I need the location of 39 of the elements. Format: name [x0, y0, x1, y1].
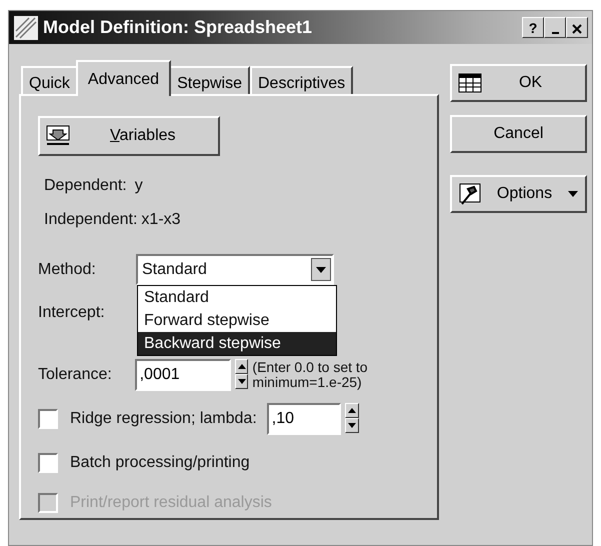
dropdown-option[interactable]: Forward stepwise: [138, 309, 336, 332]
hammer-icon: [458, 183, 482, 205]
dropdown-option[interactable]: Standard: [138, 286, 336, 309]
lambda-spinner[interactable]: [344, 403, 359, 435]
app-icon: [13, 14, 39, 40]
tolerance-spinner[interactable]: [234, 359, 248, 391]
dependent-label: Dependent:: [44, 176, 127, 196]
cancel-button[interactable]: Cancel: [450, 115, 587, 153]
checkbox-label: Batch processing/printing: [70, 453, 250, 473]
tab[interactable]: Advanced: [76, 60, 172, 96]
variables-button[interactable]: Variables: [38, 116, 220, 156]
tolerance-label: Tolerance:: [38, 365, 113, 385]
dependent-value: y: [134, 176, 143, 196]
lambda-field[interactable]: ,10: [266, 403, 341, 435]
ok-button[interactable]: OK: [450, 64, 587, 102]
method-label: Method:: [38, 260, 97, 280]
minimize-icon: [552, 32, 558, 34]
caret-icon: [567, 190, 579, 198]
method-dropdown[interactable]: Standard: [136, 254, 334, 285]
tab[interactable]: Descriptives: [250, 66, 354, 96]
help-button[interactable]: ?: [522, 17, 544, 38]
tolerance-note: (Enter 0.0 to set to minimum=1.e-25): [252, 360, 369, 390]
window-title: Model Definition: Spreadsheet1: [43, 16, 312, 39]
minimize-button[interactable]: [544, 17, 566, 38]
independent-label: Independent:: [44, 210, 138, 230]
table-icon: [458, 73, 482, 93]
checkbox[interactable]: [38, 453, 58, 473]
checkbox[interactable]: [38, 409, 58, 429]
download-arrow-icon: [46, 125, 72, 147]
independent-value: x1-x3: [141, 210, 181, 230]
tolerance-field[interactable]: ,0001: [134, 359, 231, 391]
tab[interactable]: Stepwise: [169, 66, 250, 96]
close-icon: [571, 22, 583, 35]
close-button[interactable]: [566, 17, 588, 38]
dropdown-option[interactable]: Backward stepwise: [138, 332, 336, 355]
tab[interactable]: Quick: [21, 66, 78, 96]
intercept-label: Intercept:: [38, 304, 105, 321]
checkbox-label: Ridge regression; lambda:: [70, 409, 257, 429]
options-button[interactable]: Options: [450, 175, 587, 213]
